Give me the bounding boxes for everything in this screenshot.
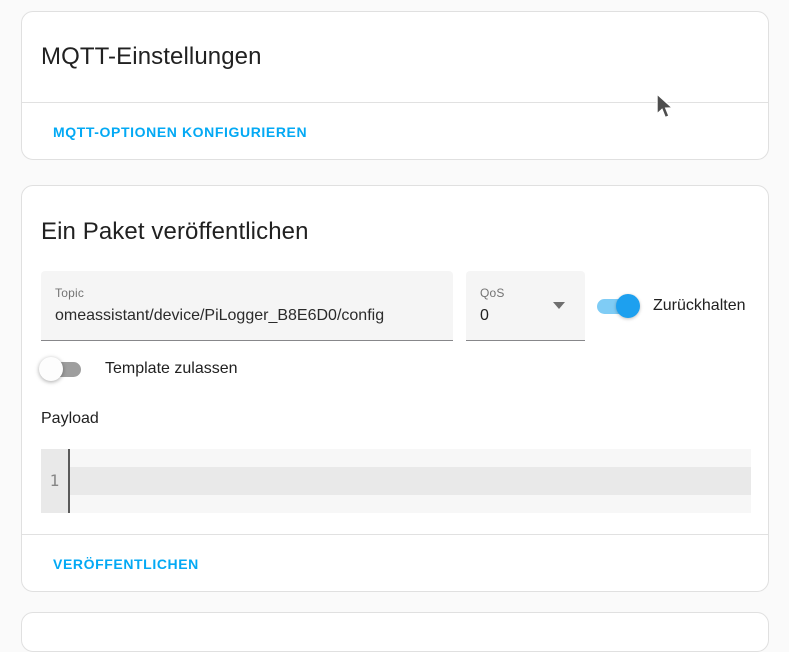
allow-template-switch[interactable] [41,357,81,381]
publish-card-actions: VERÖFFENTLICHEN [22,535,768,592]
publish-section-title: Ein Paket veröffentlichen [41,216,749,248]
editor-line-number: 1 [41,467,68,495]
editor-content-area[interactable] [70,449,751,513]
mqtt-settings-card-header: MQTT-Einstellungen [22,12,768,102]
template-row: Template zulassen [41,357,749,381]
qos-selected-value: 0 [480,304,585,328]
payload-code-editor[interactable]: 1 [41,449,751,513]
qos-select[interactable]: QoS 0 [466,271,585,341]
payload-label: Payload [41,409,749,429]
publish-button[interactable]: VERÖFFENTLICHEN [45,548,207,580]
editor-active-line [70,467,751,495]
topic-field-label: Topic [55,285,453,301]
topic-field[interactable]: Topic [41,271,453,341]
qos-select-label: QoS [480,285,585,301]
publish-card-content: Ein Paket veröffentlichen Topic QoS 0 Zu… [22,186,768,592]
retain-switch-label: Zurückhalten [653,294,746,318]
configure-mqtt-options-button[interactable]: MQTT-OPTIONEN KONFIGURIEREN [45,116,315,148]
topic-input[interactable] [55,304,439,328]
mqtt-settings-card: MQTT-Einstellungen MQTT-OPTIONEN KONFIGU… [21,11,769,160]
retain-switch[interactable] [597,294,637,318]
retain-switch-thumb [616,294,640,318]
editor-gutter: 1 [41,449,68,513]
topic-qos-row: Topic QoS 0 Zurückhalten [41,271,749,341]
mqtt-settings-card-actions: MQTT-OPTIONEN KONFIGURIEREN [22,103,768,160]
page-title: MQTT-Einstellungen [41,41,262,73]
next-card-partial [21,612,769,652]
allow-template-switch-label: Template zulassen [105,357,238,381]
chevron-down-icon [553,302,565,309]
allow-template-switch-thumb [39,357,63,381]
publish-packet-card: Ein Paket veröffentlichen Topic QoS 0 Zu… [21,185,769,592]
